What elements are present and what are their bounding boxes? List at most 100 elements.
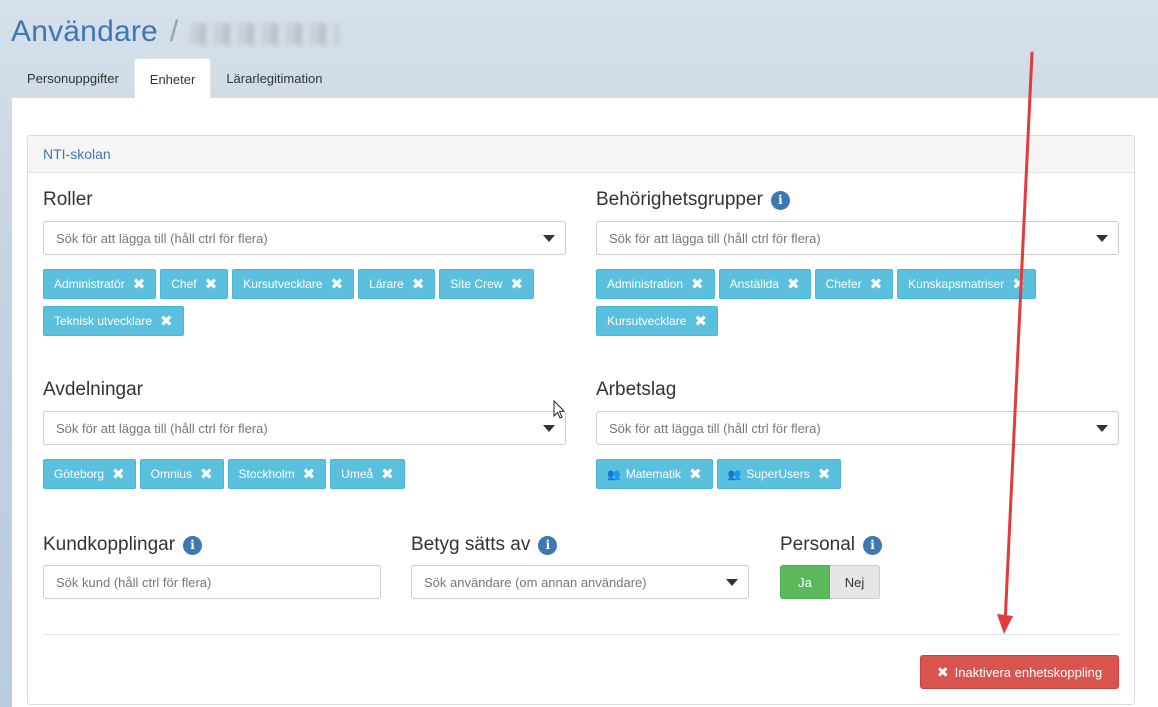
caret-down-icon bbox=[1096, 425, 1108, 432]
tag-administrator: Administratör ✖ bbox=[43, 269, 157, 299]
avdelningar-tags: Göteborg ✖ Omnius ✖ Stockholm ✖ Umeå ✖ bbox=[43, 459, 573, 489]
kundkopplingar-section: Kundkopplingar i bbox=[43, 533, 203, 557]
arbetslag-select[interactable]: Sök för att lägga till (håll ctrl för fl… bbox=[596, 411, 1119, 445]
arbetslag-select-placeholder: Sök för att lägga till (håll ctrl för fl… bbox=[609, 420, 821, 436]
kundkopplingar-input[interactable]: Sök kund (håll ctrl för flera) bbox=[43, 565, 381, 599]
tag-kursutvecklare: Kursutvecklare ✖ bbox=[232, 269, 355, 299]
info-icon[interactable]: i bbox=[183, 535, 203, 555]
deactivate-unit-button[interactable]: ✖ Inaktivera enhetskoppling bbox=[920, 655, 1119, 689]
close-icon[interactable]: ✖ bbox=[694, 314, 707, 329]
personal-no-button[interactable]: Nej bbox=[830, 565, 880, 599]
tag-label: Göteborg bbox=[54, 467, 105, 481]
tag-kunskapsmatriser: Kunskapsmatriser ✖ bbox=[897, 269, 1036, 299]
tag-label: Stockholm bbox=[238, 467, 295, 481]
deactivate-unit-label: Inaktivera enhetskoppling bbox=[954, 664, 1103, 680]
tag-label: Teknisk utvecklare bbox=[54, 314, 153, 328]
arbetslag-section: Arbetslag bbox=[596, 378, 676, 402]
info-icon[interactable]: i bbox=[538, 535, 558, 555]
tag-label: Anställda bbox=[729, 277, 779, 291]
close-icon[interactable]: ✖ bbox=[303, 467, 316, 482]
users-icon: 👥 bbox=[607, 468, 621, 481]
close-icon[interactable]: ✖ bbox=[818, 467, 831, 482]
arbetslag-label-text: Arbetslag bbox=[596, 379, 677, 400]
tab-personuppgifter[interactable]: Personuppgifter bbox=[12, 58, 134, 99]
close-icon[interactable]: ✖ bbox=[205, 277, 218, 292]
close-icon[interactable]: ✖ bbox=[689, 467, 702, 482]
avdelningar-select-placeholder: Sök för att lägga till (håll ctrl för fl… bbox=[56, 420, 268, 436]
tag-matematik: 👥 Matematik ✖ bbox=[596, 459, 713, 489]
tag-label: Chefer bbox=[825, 277, 862, 291]
roller-tags: Administratör ✖ Chef ✖ Kursutvecklare ✖ Lär… bbox=[43, 269, 573, 336]
tab-lararlegitimation[interactable]: Lärarlegitimation bbox=[211, 58, 337, 99]
personal-label: Personal i bbox=[780, 533, 882, 557]
unit-panel-heading: NTI-skolan bbox=[28, 136, 1134, 173]
tag-label: Kunskapsmatriser bbox=[908, 277, 1005, 291]
info-icon[interactable]: i bbox=[863, 535, 882, 555]
behorighetsgrupper-select-placeholder: Sök för att lägga till (håll ctrl för fl… bbox=[609, 230, 821, 246]
avdelningar-select[interactable]: Sök för att lägga till (håll ctrl för fl… bbox=[43, 411, 566, 445]
behorighetsgrupper-label: Behörighetsgrupper i bbox=[596, 188, 790, 212]
tag-site-crew: Site Crew ✖ bbox=[439, 269, 535, 299]
tag-omnius: Omnius ✖ bbox=[139, 459, 224, 489]
close-icon[interactable]: ✖ bbox=[160, 314, 173, 329]
betyg-label-text: Betyg sätts av bbox=[411, 534, 531, 555]
tag-anstallda: Anställda ✖ bbox=[718, 269, 811, 299]
caret-down-icon bbox=[543, 235, 555, 242]
personal-section: Personal i bbox=[780, 533, 882, 557]
behorighetsgrupper-tags: Administration ✖ Anställda ✖ Chefer ✖ Kunsk… bbox=[596, 269, 1126, 336]
close-icon[interactable]: ✖ bbox=[133, 277, 146, 292]
personal-label-text: Personal bbox=[780, 534, 855, 555]
redacted-user-name bbox=[190, 23, 341, 45]
tag-label: SuperUsers bbox=[746, 467, 810, 481]
personal-toggle: Ja Nej bbox=[780, 565, 880, 599]
page-title: Användare bbox=[11, 15, 158, 48]
info-icon[interactable]: i bbox=[770, 190, 790, 210]
close-icon[interactable]: ✖ bbox=[787, 277, 800, 292]
betyg-label: Betyg sätts av i bbox=[411, 533, 558, 557]
close-icon[interactable]: ✖ bbox=[112, 467, 125, 482]
betyg-select[interactable]: Sök användare (om annan användare) bbox=[411, 565, 749, 599]
kundkopplingar-placeholder: Sök kund (håll ctrl för flera) bbox=[56, 574, 212, 590]
tag-label: Site Crew bbox=[450, 277, 503, 291]
close-icon[interactable]: ✖ bbox=[200, 467, 213, 482]
personal-yes-button[interactable]: Ja bbox=[780, 565, 830, 599]
kundkopplingar-label-text: Kundkopplingar bbox=[43, 534, 176, 555]
tag-kursutvecklare: Kursutvecklare ✖ bbox=[596, 306, 718, 336]
tab-bar: Personuppgifter Enheter Lärarlegitimatio… bbox=[12, 58, 337, 99]
close-icon[interactable]: ✖ bbox=[510, 277, 523, 292]
caret-down-icon bbox=[543, 425, 555, 432]
tag-label: Chef bbox=[171, 277, 197, 291]
roller-select-placeholder: Sök för att lägga till (håll ctrl för fl… bbox=[56, 230, 268, 246]
roller-select[interactable]: Sök för att lägga till (håll ctrl för fl… bbox=[43, 221, 566, 255]
page-header: Användare / bbox=[11, 12, 341, 52]
roller-label: Roller bbox=[43, 188, 93, 212]
breadcrumb-separator: / bbox=[169, 15, 179, 48]
avdelningar-label-text: Avdelningar bbox=[43, 379, 144, 400]
close-icon[interactable]: ✖ bbox=[870, 277, 883, 292]
tab-enheter[interactable]: Enheter bbox=[133, 58, 212, 99]
tag-umea: Umeå ✖ bbox=[330, 459, 405, 489]
tag-larare: Lärare ✖ bbox=[358, 269, 436, 299]
tag-label: Umeå bbox=[341, 467, 374, 481]
tag-label: Administration bbox=[607, 277, 684, 291]
close-icon[interactable]: ✖ bbox=[331, 277, 344, 292]
close-icon[interactable]: ✖ bbox=[1012, 277, 1025, 292]
main-content: NTI-skolan Roller Sök för att lägga till… bbox=[12, 98, 1158, 707]
close-icon[interactable]: ✖ bbox=[381, 467, 394, 482]
betyg-section: Betyg sätts av i bbox=[411, 533, 558, 557]
tag-label: Kursutvecklare bbox=[607, 314, 687, 328]
unit-panel: NTI-skolan Roller Sök för att lägga till… bbox=[27, 135, 1135, 705]
tag-label: Administratör bbox=[54, 277, 125, 291]
arbetslag-label: Arbetslag bbox=[596, 378, 676, 402]
caret-down-icon bbox=[726, 579, 738, 586]
close-icon[interactable]: ✖ bbox=[412, 277, 425, 292]
tag-stockholm: Stockholm ✖ bbox=[227, 459, 327, 489]
tag-chefer: Chefer ✖ bbox=[814, 269, 894, 299]
tag-label: Matematik bbox=[625, 467, 682, 481]
tag-label: Kursutvecklare bbox=[243, 277, 323, 291]
unit-name: NTI-skolan bbox=[43, 146, 111, 162]
divider bbox=[43, 634, 1119, 635]
behorighetsgrupper-select[interactable]: Sök för att lägga till (håll ctrl för fl… bbox=[596, 221, 1119, 255]
behorighetsgrupper-label-text: Behörighetsgrupper bbox=[596, 189, 763, 210]
close-icon[interactable]: ✖ bbox=[691, 277, 704, 292]
